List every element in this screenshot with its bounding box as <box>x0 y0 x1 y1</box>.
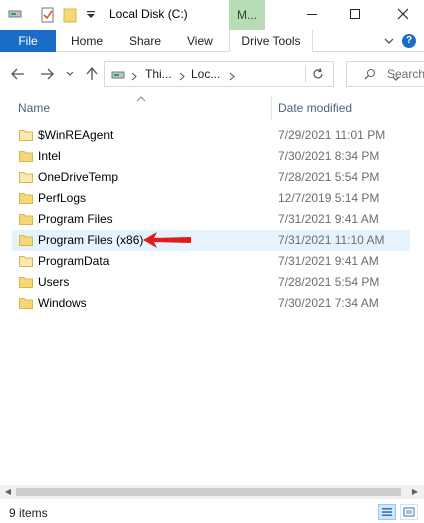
file-date-modified: 7/30/2021 7:34 AM <box>278 296 379 310</box>
qat-dropdown-icon[interactable] <box>86 9 96 23</box>
tab-home[interactable]: Home <box>71 34 103 48</box>
item-count: 9 items <box>9 506 48 520</box>
manage-tab[interactable]: M... <box>229 0 265 30</box>
scrollbar-thumb[interactable] <box>16 488 401 496</box>
folder-icon <box>19 255 33 267</box>
column-header-date-modified[interactable]: Date modified <box>278 101 352 115</box>
breadcrumb-separator-icon[interactable] <box>179 70 185 84</box>
file-date-modified: 12/7/2019 5:14 PM <box>278 191 380 205</box>
file-name: Users <box>38 275 70 289</box>
forward-button[interactable] <box>38 65 56 83</box>
file-date-modified: 7/31/2021 9:41 AM <box>278 254 379 268</box>
file-row[interactable]: Program Files (x86) 7/31/2021 11:10 AM <box>12 230 410 251</box>
file-name: Program Files <box>38 212 113 226</box>
scroll-left-icon[interactable]: ◀ <box>3 488 13 496</box>
navigation-bar: Thi... Loc... Search <box>0 55 424 93</box>
folder-icon <box>19 129 33 141</box>
file-row[interactable]: $WinREAgent 7/29/2021 11:01 PM <box>12 125 410 146</box>
file-row[interactable]: Intel 7/30/2021 8:34 PM <box>12 146 410 167</box>
file-name: Program Files (x86) <box>38 233 144 247</box>
folder-icon <box>19 171 33 183</box>
ribbon-tabs: File Home Share View Drive Tools ? <box>0 30 424 52</box>
ribbon-expand-icon[interactable] <box>384 34 394 48</box>
up-button[interactable] <box>83 65 101 83</box>
file-row[interactable]: OneDriveTemp 7/28/2021 5:54 PM <box>12 167 410 188</box>
refresh-button[interactable] <box>305 65 329 83</box>
folder-icon <box>19 276 33 288</box>
folder-icon <box>19 234 33 246</box>
breadcrumb-separator-icon[interactable] <box>229 70 235 84</box>
column-divider[interactable] <box>271 96 272 120</box>
tab-file[interactable]: File <box>0 30 56 52</box>
search-icon <box>364 68 376 83</box>
back-button[interactable] <box>9 65 27 83</box>
file-date-modified: 7/31/2021 9:41 AM <box>278 212 379 226</box>
file-date-modified: 7/28/2021 5:54 PM <box>278 170 380 184</box>
search-placeholder: Search <box>387 67 424 81</box>
file-name: OneDriveTemp <box>38 170 119 184</box>
tab-share[interactable]: Share <box>129 34 161 48</box>
new-folder-icon[interactable] <box>63 7 77 26</box>
file-date-modified: 7/30/2021 8:34 PM <box>278 149 380 163</box>
annotation-arrow-icon <box>143 232 191 248</box>
file-name: PerfLogs <box>38 191 87 205</box>
close-button[interactable] <box>393 5 413 23</box>
address-bar[interactable]: Thi... Loc... <box>104 61 400 87</box>
folder-icon <box>19 297 33 309</box>
file-date-modified: 7/28/2021 5:54 PM <box>278 275 380 289</box>
title-bar: Local Disk (C:) M... <box>0 0 424 30</box>
maximize-button[interactable] <box>345 5 365 23</box>
sort-ascending-icon <box>136 92 146 102</box>
tab-view[interactable]: View <box>187 34 213 48</box>
horizontal-scrollbar[interactable]: ◀ ▶ <box>0 485 424 499</box>
file-row[interactable]: Program Files 7/31/2021 9:41 AM <box>12 209 410 230</box>
file-row[interactable]: ProgramData 7/31/2021 9:41 AM <box>12 251 410 272</box>
search-box[interactable]: Search <box>346 61 424 87</box>
file-name: Intel <box>38 149 61 163</box>
help-icon[interactable]: ? <box>402 34 416 48</box>
column-header-name[interactable]: Name <box>18 101 50 115</box>
drive-icon[interactable] <box>8 7 22 24</box>
file-name: Windows <box>38 296 87 310</box>
large-icons-view-button[interactable] <box>400 504 418 520</box>
folder-icon <box>19 150 33 162</box>
window-title: Local Disk (C:) <box>109 7 188 21</box>
file-date-modified: 7/29/2021 11:01 PM <box>278 128 386 142</box>
file-date-modified: 7/31/2021 11:10 AM <box>278 233 385 247</box>
file-name: $WinREAgent <box>38 128 114 142</box>
breadcrumb-separator-icon[interactable] <box>131 70 137 84</box>
file-row[interactable]: Windows 7/30/2021 7:34 AM <box>12 293 410 314</box>
drive-icon <box>111 69 125 83</box>
folder-icon <box>19 213 33 225</box>
minimize-button[interactable] <box>302 5 322 23</box>
folder-icon <box>19 192 33 204</box>
file-row[interactable]: PerfLogs 12/7/2019 5:14 PM <box>12 188 410 209</box>
scroll-right-icon[interactable]: ▶ <box>410 488 420 496</box>
details-view-button[interactable] <box>378 504 396 520</box>
breadcrumb-this-pc[interactable]: Thi... <box>145 67 172 81</box>
file-row[interactable]: Users 7/28/2021 5:54 PM <box>12 272 410 293</box>
file-name: ProgramData <box>38 254 110 268</box>
status-bar: 9 items <box>0 501 424 523</box>
tab-drive-tools[interactable]: Drive Tools <box>229 30 313 52</box>
recent-locations-button[interactable] <box>61 65 79 83</box>
properties-icon[interactable] <box>41 7 55 26</box>
breadcrumb-local-disk[interactable]: Loc... <box>191 67 220 81</box>
